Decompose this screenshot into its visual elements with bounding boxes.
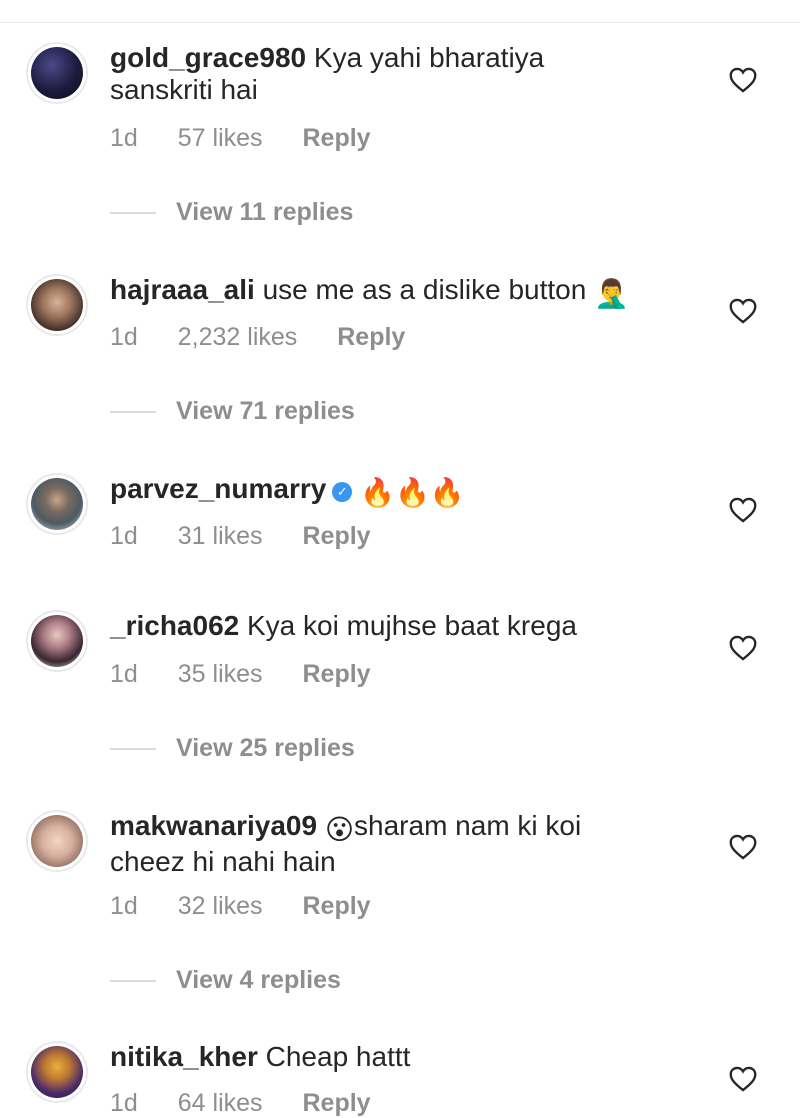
avatar[interactable] bbox=[26, 610, 88, 672]
reply-button[interactable]: Reply bbox=[302, 892, 370, 920]
heart-outline-icon[interactable] bbox=[729, 834, 757, 860]
replies-divider bbox=[110, 410, 156, 413]
comment-likes[interactable]: 31 likes bbox=[178, 522, 263, 550]
replies-divider bbox=[110, 979, 156, 982]
comment-time: 1d bbox=[110, 660, 138, 688]
reply-button[interactable]: Reply bbox=[302, 124, 370, 152]
comment-body-line: sharam nam ki koi bbox=[354, 810, 582, 841]
comment-text: makwanariya09 😮sharam nam ki koi cheez h… bbox=[110, 810, 670, 878]
reply-button[interactable]: Reply bbox=[337, 323, 405, 351]
comment-username[interactable]: hajraaa_ali bbox=[110, 274, 255, 305]
heart-outline-icon[interactable] bbox=[729, 635, 757, 661]
comment-likes[interactable]: 57 likes bbox=[178, 124, 263, 152]
comment-text: gold_grace980 Kya yahi bharatiya sanskri… bbox=[110, 42, 670, 106]
top-divider bbox=[0, 22, 800, 23]
comment-text: parvez_numarry ✓ 🔥🔥🔥 bbox=[110, 473, 670, 509]
comment-meta: 1d 35 likes Reply bbox=[110, 660, 404, 689]
view-replies-label: View 11 replies bbox=[176, 198, 354, 226]
reply-button[interactable]: Reply bbox=[302, 522, 370, 550]
comment-meta: 1d 57 likes Reply bbox=[110, 124, 404, 153]
comment-text: _richa062 Kya koi mujhse baat krega bbox=[110, 610, 670, 642]
replies-divider bbox=[110, 211, 156, 214]
avatar[interactable] bbox=[26, 473, 88, 535]
comment-username[interactable]: parvez_numarry bbox=[110, 473, 326, 504]
heart-outline-icon[interactable] bbox=[729, 1066, 757, 1092]
comment-username[interactable]: gold_grace980 bbox=[110, 42, 306, 73]
comment-time: 1d bbox=[110, 892, 138, 920]
comment-text: nitika_kher Cheap hattt bbox=[110, 1041, 670, 1073]
comment-time: 1d bbox=[110, 323, 138, 351]
comment-likes[interactable]: 35 likes bbox=[178, 660, 263, 688]
comment-likes[interactable]: 2,232 likes bbox=[178, 323, 298, 351]
surprised-emoji: 😮 bbox=[324, 814, 355, 845]
comment-meta: 1d 31 likes Reply bbox=[110, 522, 404, 551]
reply-button[interactable]: Reply bbox=[302, 660, 370, 688]
comment-text: hajraaa_ali use me as a dislike button 🤦… bbox=[110, 274, 670, 310]
comment-likes[interactable]: 32 likes bbox=[178, 892, 263, 920]
view-replies-button[interactable]: View 71 replies bbox=[110, 397, 355, 426]
comment-likes[interactable]: 64 likes bbox=[178, 1089, 263, 1117]
comment-body-line: sanskriti hai bbox=[110, 74, 258, 105]
avatar[interactable] bbox=[26, 1041, 88, 1103]
view-replies-label: View 71 replies bbox=[176, 397, 355, 425]
view-replies-button[interactable]: View 25 replies bbox=[110, 734, 355, 763]
verified-badge-icon: ✓ bbox=[332, 482, 353, 502]
comment-body-line: use me as a dislike button bbox=[262, 274, 587, 305]
comment-meta: 1d 32 likes Reply bbox=[110, 892, 404, 921]
comment-username[interactable]: nitika_kher bbox=[110, 1041, 258, 1072]
view-replies-button[interactable]: View 11 replies bbox=[110, 198, 353, 227]
fire-emoji: 🔥🔥🔥 bbox=[360, 477, 465, 508]
avatar[interactable] bbox=[26, 810, 88, 872]
heart-outline-icon[interactable] bbox=[729, 67, 757, 93]
view-replies-label: View 4 replies bbox=[176, 966, 341, 994]
view-replies-button[interactable]: View 4 replies bbox=[110, 966, 341, 995]
comment-time: 1d bbox=[110, 1089, 138, 1117]
comment-body-line: Kya yahi bharatiya bbox=[313, 42, 545, 73]
comment-body-line: Cheap hattt bbox=[265, 1041, 411, 1072]
comment-body-line: Kya koi mujhse baat krega bbox=[247, 610, 577, 641]
facepalm-emoji: 🤦‍♂️ bbox=[594, 278, 629, 309]
reply-button[interactable]: Reply bbox=[302, 1089, 370, 1117]
comment-username[interactable]: makwanariya09 bbox=[110, 810, 317, 841]
comment-body-line: cheez hi nahi hain bbox=[110, 846, 336, 877]
comment-username[interactable]: _richa062 bbox=[110, 610, 239, 641]
avatar[interactable] bbox=[26, 274, 88, 336]
heart-outline-icon[interactable] bbox=[729, 497, 757, 523]
view-replies-label: View 25 replies bbox=[176, 734, 355, 762]
comment-meta: 1d 64 likes Reply bbox=[110, 1089, 404, 1118]
comment-time: 1d bbox=[110, 124, 138, 152]
heart-outline-icon[interactable] bbox=[729, 298, 757, 324]
comment-meta: 1d 2,232 likes Reply bbox=[110, 323, 438, 352]
replies-divider bbox=[110, 747, 156, 750]
avatar[interactable] bbox=[26, 42, 88, 104]
comment-time: 1d bbox=[110, 522, 138, 550]
